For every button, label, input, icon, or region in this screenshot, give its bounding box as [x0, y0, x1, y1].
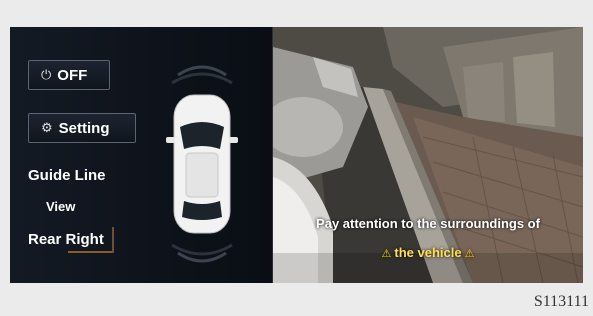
power-icon: ⏻ [41, 67, 52, 82]
view-selector-underline [68, 251, 114, 253]
warning-text-line1: Pay attention to the surroundings of [316, 216, 540, 231]
off-button-label: OFF [57, 66, 88, 84]
setting-button-label: Setting [58, 119, 110, 137]
warning-triangle-icon: ⚠ [381, 248, 392, 260]
warning-text-line2-label: the vehicle [394, 245, 462, 260]
warning-text-line2: ⚠ the vehicle ⚠ [273, 245, 583, 260]
guide-line-toggle[interactable]: Guide Line [28, 167, 106, 184]
gear-icon: ⚙ [41, 120, 53, 135]
view-selector[interactable]: Rear Right [28, 231, 104, 248]
control-panel: ⏻ OFF ⚙ Setting Guide Line View Rear Rig… [10, 27, 272, 283]
view-selector-marker [112, 227, 114, 253]
setting-button[interactable]: ⚙ Setting [28, 113, 136, 143]
off-button[interactable]: ⏻ OFF [28, 60, 110, 90]
vehicle-top-view [156, 57, 248, 271]
display-screen: ⏻ OFF ⚙ Setting Guide Line View Rear Rig… [10, 27, 583, 283]
warning-triangle-icon: ⚠ [464, 248, 475, 260]
camera-view: Pay attention to the surroundings of ⚠ th… [273, 27, 583, 283]
view-label: View [46, 199, 76, 214]
figure-code: S113111 [533, 293, 589, 310]
